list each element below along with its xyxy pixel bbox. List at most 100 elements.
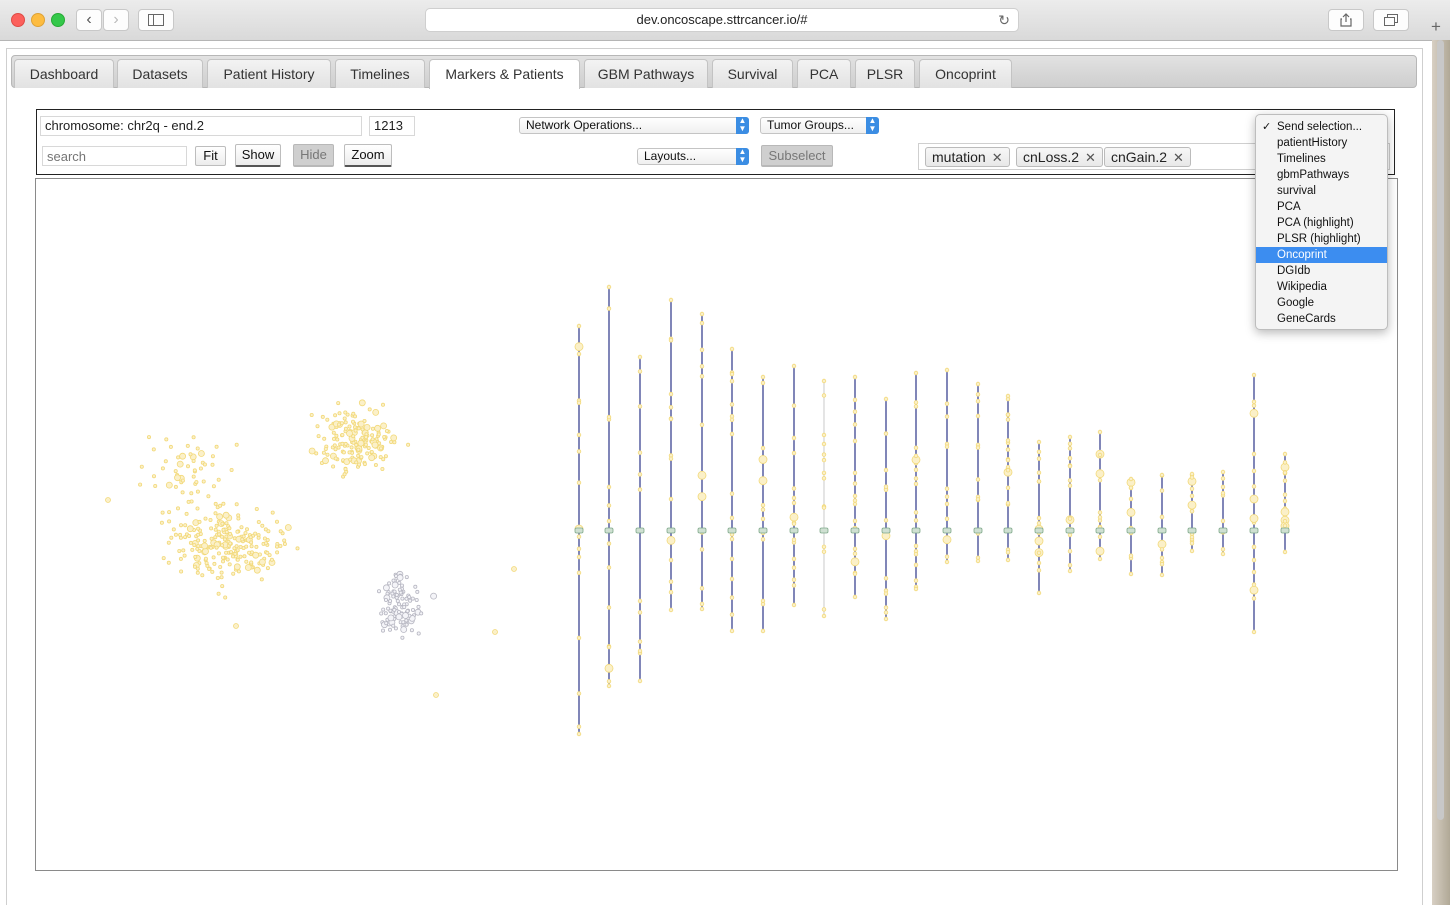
gene-node[interactable] bbox=[1067, 483, 1073, 488]
gene-node[interactable] bbox=[821, 393, 827, 398]
patient-node[interactable] bbox=[391, 623, 396, 628]
gene-node[interactable] bbox=[1220, 551, 1226, 557]
patient-node[interactable] bbox=[369, 449, 374, 454]
patient-node[interactable] bbox=[180, 490, 185, 495]
patient-node[interactable] bbox=[392, 607, 397, 612]
gene-node[interactable] bbox=[637, 598, 643, 604]
gene-node[interactable] bbox=[637, 404, 643, 409]
tabs-overview-button[interactable] bbox=[1373, 9, 1409, 31]
gene-node[interactable] bbox=[606, 605, 612, 610]
back-button[interactable]: ‹ bbox=[76, 9, 102, 31]
patient-node[interactable] bbox=[274, 544, 279, 549]
patient-node[interactable] bbox=[159, 520, 164, 525]
patient-node[interactable] bbox=[190, 547, 195, 552]
patient-node[interactable] bbox=[342, 416, 347, 421]
patient-node[interactable] bbox=[265, 566, 270, 571]
patient-node[interactable] bbox=[254, 506, 259, 511]
gene-node[interactable] bbox=[1251, 582, 1257, 587]
centromere-marker[interactable] bbox=[1095, 527, 1105, 534]
centromere-marker[interactable] bbox=[1065, 527, 1075, 534]
patient-node[interactable] bbox=[196, 532, 201, 537]
patient-node[interactable] bbox=[240, 537, 245, 542]
gene-node[interactable] bbox=[668, 607, 674, 613]
gene-node[interactable] bbox=[606, 541, 612, 546]
gene-node[interactable] bbox=[760, 601, 766, 607]
patient-node[interactable] bbox=[218, 503, 223, 508]
patient-node[interactable] bbox=[267, 553, 272, 558]
gene-node[interactable] bbox=[1189, 548, 1195, 554]
gene-node[interactable] bbox=[1036, 479, 1042, 484]
patient-node[interactable] bbox=[309, 412, 314, 417]
layouts-select[interactable]: Layouts... ▲ ▼ bbox=[637, 148, 749, 165]
patient-node[interactable] bbox=[373, 462, 378, 467]
patient-node[interactable] bbox=[402, 612, 409, 619]
gene-node[interactable] bbox=[821, 613, 827, 619]
gene-node[interactable] bbox=[697, 492, 707, 502]
gene-node[interactable] bbox=[821, 549, 827, 554]
patient-node[interactable] bbox=[173, 469, 178, 474]
send-selection-menu[interactable]: ✓ Send selection... patientHistory Timeli… bbox=[1255, 114, 1388, 330]
gene-node[interactable] bbox=[975, 445, 981, 450]
gene-node[interactable] bbox=[944, 486, 950, 491]
gene-node[interactable] bbox=[1189, 541, 1195, 546]
gene-node[interactable] bbox=[1220, 476, 1226, 481]
patient-node[interactable] bbox=[179, 452, 187, 460]
patient-node[interactable] bbox=[151, 447, 156, 452]
gene-node[interactable] bbox=[1097, 510, 1103, 515]
gene-node[interactable] bbox=[760, 374, 766, 380]
gene-node[interactable] bbox=[576, 400, 582, 405]
gene-node[interactable] bbox=[852, 374, 858, 380]
patient-node[interactable] bbox=[213, 511, 218, 516]
gene-node[interactable] bbox=[1034, 536, 1044, 546]
patient-node[interactable] bbox=[174, 474, 181, 482]
gene-node[interactable] bbox=[1036, 568, 1042, 573]
gene-node[interactable] bbox=[791, 363, 797, 369]
patient-node[interactable] bbox=[244, 527, 249, 532]
gene-node[interactable] bbox=[760, 507, 766, 512]
gene-node[interactable] bbox=[944, 444, 950, 449]
gene-node[interactable] bbox=[699, 601, 705, 607]
remove-tag-icon[interactable]: ✕ bbox=[992, 150, 1003, 165]
gene-node[interactable] bbox=[852, 438, 858, 444]
gene-node[interactable] bbox=[606, 414, 612, 420]
gene-node[interactable] bbox=[1282, 470, 1288, 475]
menu-item-patienthistory[interactable]: patientHistory bbox=[1256, 135, 1387, 151]
zoom-button[interactable]: Zoom bbox=[344, 144, 392, 167]
patient-node[interactable] bbox=[387, 581, 392, 586]
patient-node[interactable] bbox=[215, 575, 220, 580]
gene-node[interactable] bbox=[606, 503, 612, 508]
patient-node[interactable] bbox=[364, 435, 369, 440]
gene-node[interactable] bbox=[944, 401, 950, 406]
gene-node[interactable] bbox=[913, 481, 919, 487]
gene-node[interactable] bbox=[1189, 534, 1195, 540]
patient-node[interactable] bbox=[340, 441, 345, 446]
patient-node[interactable] bbox=[410, 596, 415, 601]
patient-node[interactable] bbox=[212, 561, 217, 566]
patient-node[interactable] bbox=[195, 446, 200, 451]
patient-node[interactable] bbox=[209, 526, 214, 531]
patient-node[interactable] bbox=[213, 501, 218, 506]
patient-node[interactable] bbox=[266, 529, 271, 534]
patient-node[interactable] bbox=[191, 474, 196, 479]
gene-node[interactable] bbox=[1067, 446, 1073, 451]
patient-node[interactable] bbox=[194, 480, 199, 485]
patient-node[interactable] bbox=[416, 631, 421, 636]
patient-node[interactable] bbox=[404, 575, 409, 580]
gene-node[interactable] bbox=[913, 467, 919, 472]
patient-node[interactable] bbox=[370, 437, 375, 442]
gene-node[interactable] bbox=[668, 496, 674, 502]
remove-tag-icon[interactable]: ✕ bbox=[1173, 150, 1184, 165]
tab-markers-patients[interactable]: Markers & Patients bbox=[429, 59, 580, 89]
patient-node[interactable] bbox=[171, 527, 176, 532]
patient-node[interactable] bbox=[184, 511, 189, 516]
patient-node[interactable] bbox=[347, 424, 352, 429]
patient-node[interactable] bbox=[221, 501, 226, 506]
gene-node[interactable] bbox=[791, 500, 797, 506]
centromere-marker[interactable] bbox=[758, 527, 768, 534]
patient-node[interactable] bbox=[376, 589, 381, 594]
patient-node[interactable] bbox=[178, 556, 183, 561]
gene-node[interactable] bbox=[791, 537, 797, 542]
gene-node[interactable] bbox=[760, 628, 766, 634]
centromere-marker[interactable] bbox=[1157, 527, 1167, 534]
patient-node[interactable] bbox=[374, 424, 382, 432]
